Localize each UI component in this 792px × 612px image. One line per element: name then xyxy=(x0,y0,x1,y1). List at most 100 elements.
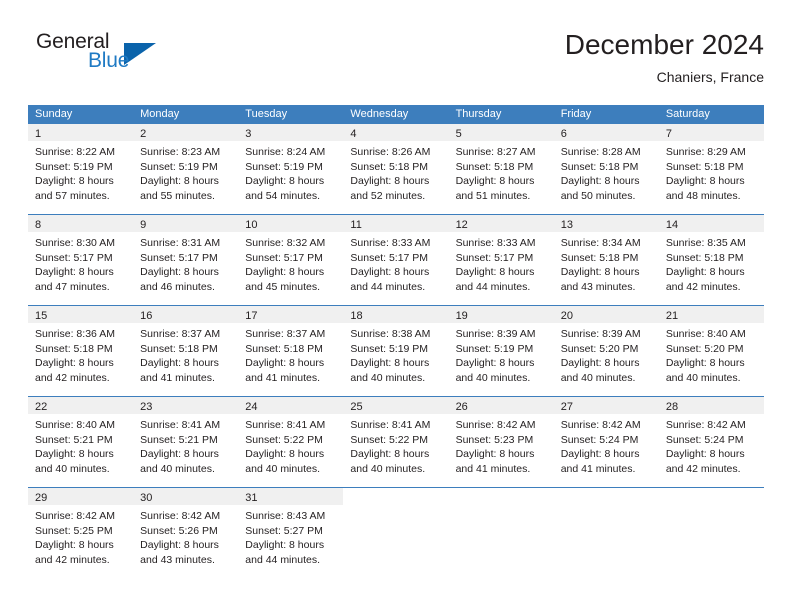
daylight-text-line1: Daylight: 8 hours xyxy=(140,175,219,187)
calendar-day-cell-6[interactable]: 6 Sunrise: 8:28 AM Sunset: 5:18 PM Dayli… xyxy=(553,124,659,206)
daylight-text-line2: and 46 minutes. xyxy=(140,280,215,293)
calendar-day-cell-9[interactable]: 9 Sunrise: 8:31 AM Sunset: 5:17 PM Dayli… xyxy=(133,215,239,297)
calendar-day-cell-15[interactable]: 15 Sunrise: 8:36 AM Sunset: 5:18 PM Dayl… xyxy=(28,306,134,388)
calendar-day-cell-17[interactable]: 17 Sunrise: 8:37 AM Sunset: 5:18 PM Dayl… xyxy=(238,306,344,388)
calendar-day-cell-23[interactable]: 23 Sunrise: 8:41 AM Sunset: 5:21 PM Dayl… xyxy=(133,397,239,479)
calendar-day-cell-25[interactable]: 25 Sunrise: 8:41 AM Sunset: 5:22 PM Dayl… xyxy=(343,397,449,479)
calendar-day-cell-19[interactable]: 19 Sunrise: 8:39 AM Sunset: 5:19 PM Dayl… xyxy=(448,306,554,388)
day-number-band: 19 xyxy=(448,306,554,323)
day-number-band: 9 xyxy=(133,215,239,232)
daylight-text-line1: Daylight: 8 hours xyxy=(245,448,325,460)
daylight-text-line2: and 44 minutes. xyxy=(245,553,320,566)
daylight-text-line2: and 44 minutes. xyxy=(455,280,531,293)
day-number-band: 15 xyxy=(28,306,134,323)
sunrise-text: Sunrise: 8:32 AM xyxy=(245,237,326,249)
day-number-band: 10 xyxy=(238,215,344,232)
day-number-band: 4 xyxy=(343,124,449,141)
calendar-day-cell-29[interactable]: 29 Sunrise: 8:42 AM Sunset: 5:25 PM Dayl… xyxy=(28,488,134,570)
sunset-text: Sunset: 5:21 PM xyxy=(140,433,218,446)
sunrise-text: Sunrise: 8:41 AM xyxy=(140,419,221,431)
calendar-day-cell-18[interactable]: 18 Sunrise: 8:38 AM Sunset: 5:19 PM Dayl… xyxy=(343,306,449,388)
brand-logo[interactable]: General Blue xyxy=(28,30,228,90)
calendar-day-cell-20[interactable]: 20 Sunrise: 8:39 AM Sunset: 5:20 PM Dayl… xyxy=(553,306,659,388)
daylight-text-line1: Daylight: 8 hours xyxy=(665,175,745,187)
daylight-text-line2: and 40 minutes. xyxy=(350,462,426,475)
sunset-text: Sunset: 5:17 PM xyxy=(350,251,429,264)
day-number-band xyxy=(659,488,764,505)
daylight-text-line1: Daylight: 8 hours xyxy=(560,357,640,369)
weekday-header-thursday: Thursday xyxy=(455,108,502,120)
day-info xyxy=(343,505,448,509)
daylight-text-line2: and 42 minutes. xyxy=(665,462,741,475)
sunrise-text: Sunrise: 8:40 AM xyxy=(665,328,746,340)
title-block: December 2024 Chaniers, France xyxy=(565,28,764,87)
day-number-band: 23 xyxy=(133,397,239,414)
daylight-text-line2: and 47 minutes. xyxy=(35,280,110,293)
daylight-text-line1: Daylight: 8 hours xyxy=(350,266,430,278)
sunrise-text: Sunrise: 8:42 AM xyxy=(35,510,115,522)
sunset-text: Sunset: 5:18 PM xyxy=(245,342,323,355)
sunset-text: Sunset: 5:27 PM xyxy=(245,524,323,537)
day-number-band: 21 xyxy=(658,306,764,323)
weekday-header-sunday: Sunday xyxy=(35,108,73,120)
calendar-day-cell-26[interactable]: 26 Sunrise: 8:42 AM Sunset: 5:23 PM Dayl… xyxy=(448,397,554,479)
daylight-text-line1: Daylight: 8 hours xyxy=(455,357,535,369)
daylight-text-line2: and 48 minutes. xyxy=(665,189,741,202)
calendar-day-cell-1[interactable]: 1 Sunrise: 8:22 AM Sunset: 5:19 PM Dayli… xyxy=(28,124,134,206)
daylight-text-line1: Daylight: 8 hours xyxy=(665,266,745,278)
daylight-text-line2: and 42 minutes. xyxy=(35,553,110,566)
day-number: 19 xyxy=(455,310,468,322)
calendar-day-cell-10[interactable]: 10 Sunrise: 8:32 AM Sunset: 5:17 PM Dayl… xyxy=(238,215,344,297)
daylight-text-line2: and 52 minutes. xyxy=(350,189,426,202)
calendar-day-cell-empty xyxy=(343,488,448,570)
daylight-text-line2: and 40 minutes. xyxy=(665,371,741,384)
calendar-day-cell-21[interactable]: 21 Sunrise: 8:40 AM Sunset: 5:20 PM Dayl… xyxy=(658,306,764,388)
calendar-day-cell-7[interactable]: 7 Sunrise: 8:29 AM Sunset: 5:18 PM Dayli… xyxy=(658,124,764,206)
sunset-text: Sunset: 5:18 PM xyxy=(560,251,639,264)
sunset-text: Sunset: 5:18 PM xyxy=(350,160,429,173)
daylight-text-line2: and 41 minutes. xyxy=(455,462,531,475)
day-number: 13 xyxy=(560,219,573,231)
day-number-band: 28 xyxy=(658,397,764,414)
weekday-header-tuesday: Tuesday xyxy=(245,108,288,120)
calendar-day-cell-3[interactable]: 3 Sunrise: 8:24 AM Sunset: 5:19 PM Dayli… xyxy=(238,124,344,206)
sunset-text: Sunset: 5:19 PM xyxy=(455,342,534,355)
calendar-day-cell-27[interactable]: 27 Sunrise: 8:42 AM Sunset: 5:24 PM Dayl… xyxy=(553,397,659,479)
calendar-day-cell-11[interactable]: 11 Sunrise: 8:33 AM Sunset: 5:17 PM Dayl… xyxy=(343,215,449,297)
day-number-band: 16 xyxy=(133,306,239,323)
sunrise-text: Sunrise: 8:37 AM xyxy=(140,328,221,340)
day-number: 24 xyxy=(245,401,258,413)
day-info: Sunrise: 8:36 AM Sunset: 5:18 PM Dayligh… xyxy=(28,323,133,385)
day-number: 20 xyxy=(560,310,573,322)
daylight-text-line2: and 50 minutes. xyxy=(560,189,636,202)
day-number-band: 17 xyxy=(238,306,344,323)
calendar-day-cell-16[interactable]: 16 Sunrise: 8:37 AM Sunset: 5:18 PM Dayl… xyxy=(133,306,239,388)
day-number-band xyxy=(343,488,448,505)
calendar-day-cell-22[interactable]: 22 Sunrise: 8:40 AM Sunset: 5:21 PM Dayl… xyxy=(28,397,134,479)
calendar-day-cell-13[interactable]: 13 Sunrise: 8:34 AM Sunset: 5:18 PM Dayl… xyxy=(553,215,659,297)
sunset-text: Sunset: 5:18 PM xyxy=(665,251,744,264)
calendar-day-cell-31[interactable]: 31 Sunrise: 8:43 AM Sunset: 5:27 PM Dayl… xyxy=(238,488,344,570)
calendar-day-cell-12[interactable]: 12 Sunrise: 8:33 AM Sunset: 5:17 PM Dayl… xyxy=(448,215,554,297)
day-info xyxy=(449,505,554,509)
daylight-text-line1: Daylight: 8 hours xyxy=(455,266,535,278)
calendar-day-cell-24[interactable]: 24 Sunrise: 8:41 AM Sunset: 5:22 PM Dayl… xyxy=(238,397,344,479)
calendar-day-cell-30[interactable]: 30 Sunrise: 8:42 AM Sunset: 5:26 PM Dayl… xyxy=(133,488,239,570)
sunrise-text: Sunrise: 8:24 AM xyxy=(245,146,326,158)
calendar-day-cell-14[interactable]: 14 Sunrise: 8:35 AM Sunset: 5:18 PM Dayl… xyxy=(658,215,764,297)
daylight-text-line2: and 51 minutes. xyxy=(455,189,531,202)
calendar-day-cell-28[interactable]: 28 Sunrise: 8:42 AM Sunset: 5:24 PM Dayl… xyxy=(658,397,764,479)
sunrise-text: Sunrise: 8:29 AM xyxy=(665,146,746,158)
day-number-band: 7 xyxy=(658,124,764,141)
daylight-text-line1: Daylight: 8 hours xyxy=(245,266,325,278)
day-info: Sunrise: 8:40 AM Sunset: 5:21 PM Dayligh… xyxy=(28,414,133,476)
day-number: 5 xyxy=(455,128,462,140)
calendar-day-cell-2[interactable]: 2 Sunrise: 8:23 AM Sunset: 5:19 PM Dayli… xyxy=(133,124,239,206)
day-info: Sunrise: 8:35 AM Sunset: 5:18 PM Dayligh… xyxy=(659,232,764,294)
day-number-band xyxy=(554,488,659,505)
calendar-day-cell-4[interactable]: 4 Sunrise: 8:26 AM Sunset: 5:18 PM Dayli… xyxy=(343,124,449,206)
daylight-text-line2: and 55 minutes. xyxy=(140,189,215,202)
calendar-day-cell-5[interactable]: 5 Sunrise: 8:27 AM Sunset: 5:18 PM Dayli… xyxy=(448,124,554,206)
calendar-day-cell-8[interactable]: 8 Sunrise: 8:30 AM Sunset: 5:17 PM Dayli… xyxy=(28,215,134,297)
day-number-band: 27 xyxy=(553,397,659,414)
